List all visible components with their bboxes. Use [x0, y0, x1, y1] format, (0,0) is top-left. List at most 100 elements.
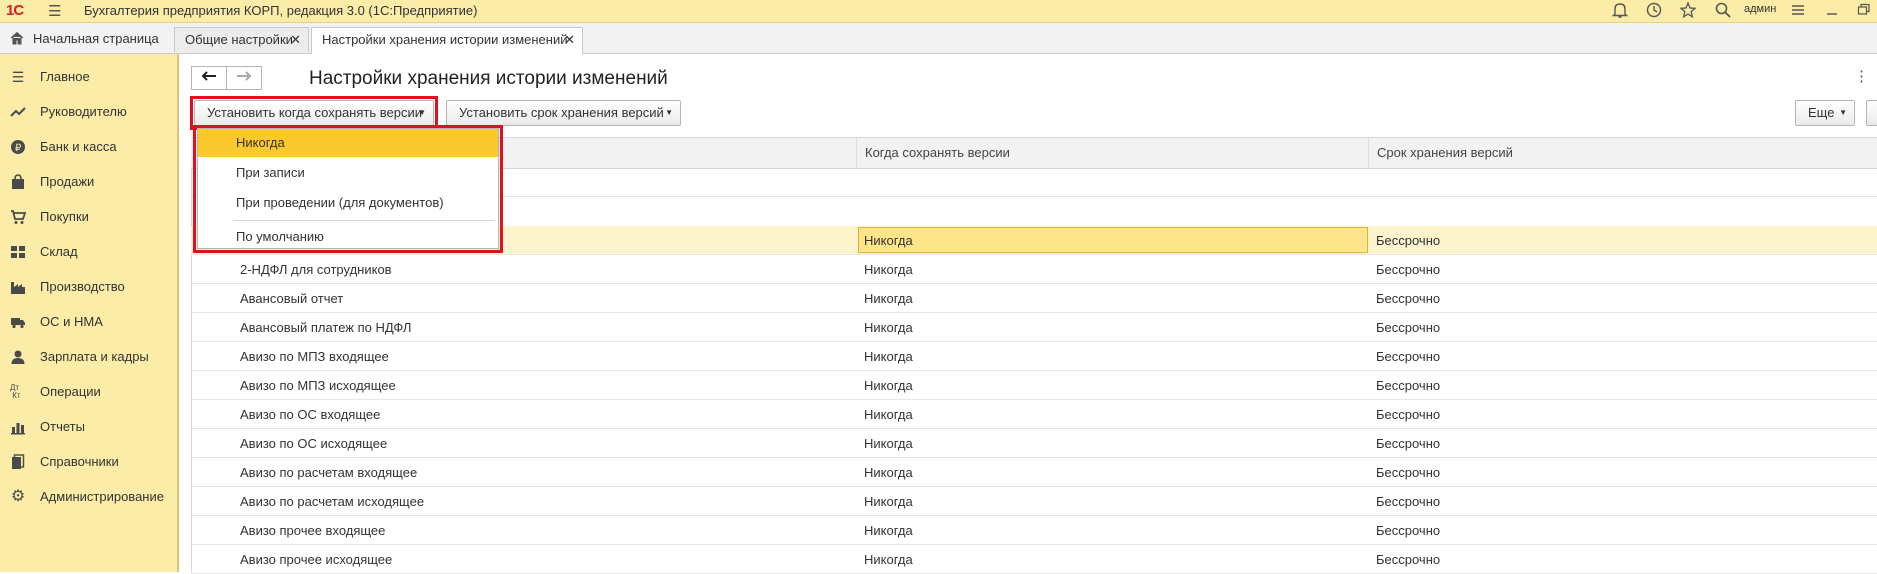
cart-icon	[10, 209, 27, 225]
cell-period[interactable]: Бессрочно	[1376, 233, 1440, 248]
more-button[interactable]: Еще ▼	[1795, 100, 1855, 126]
sidebar-item-production[interactable]: Производство	[0, 272, 177, 302]
sidebar-item-label: Администрирование	[40, 489, 164, 504]
cell-when[interactable]: Никогда	[864, 291, 913, 306]
tab-label: Начальная страница	[33, 31, 159, 46]
sidebar-item-operations[interactable]: Дт Кт Операции	[0, 377, 177, 407]
gear-icon: ⚙	[10, 488, 26, 505]
restore-icon[interactable]	[1857, 1, 1871, 24]
table-row[interactable]: Авизо прочее входящее Никогда Бессрочно	[191, 516, 1877, 545]
tab-label: Общие настройки	[185, 32, 293, 47]
more-vertical-icon[interactable]: ⋮	[1854, 67, 1869, 85]
cell-period[interactable]: Бессрочно	[1376, 291, 1440, 306]
sidebar-item-warehouse[interactable]: Склад	[0, 237, 177, 267]
sidebar-item-label: Отчеты	[40, 419, 85, 434]
column-header-period[interactable]: Срок хранения версий	[1368, 138, 1877, 168]
sidebar-item-references[interactable]: Справочники	[0, 447, 177, 477]
sidebar-item-label: Операции	[40, 384, 101, 399]
sidebar-item-purchases[interactable]: Покупки	[0, 202, 177, 232]
favorites-star-icon[interactable]	[1679, 1, 1697, 24]
cell-when[interactable]: Никогда	[864, 407, 913, 422]
cell-period[interactable]: Бессрочно	[1376, 378, 1440, 393]
cell-when[interactable]: Никогда	[864, 349, 913, 364]
cell-when[interactable]: Никогда	[864, 465, 913, 480]
sidebar-item-manager[interactable]: Руководителю	[0, 97, 177, 127]
cell-name: Авизо прочее входящее	[240, 523, 386, 538]
books-icon	[10, 454, 26, 470]
table-row[interactable]: Авизо по расчетам исходящее Никогда Бесс…	[191, 487, 1877, 516]
sidebar-item-fixed-assets[interactable]: ОС и НМА	[0, 307, 177, 337]
sidebar-item-reports[interactable]: Отчеты	[0, 412, 177, 442]
table-row[interactable]: 2-НДФЛ для сотрудников Никогда Бессрочно	[191, 255, 1877, 284]
history-icon[interactable]	[1645, 1, 1663, 24]
tab-general-settings[interactable]: Общие настройки ✕	[174, 27, 309, 52]
cell-name: Авизо по расчетам исходящее	[240, 494, 425, 509]
cell-period[interactable]: Бессрочно	[1376, 523, 1440, 538]
cell-when[interactable]: Никогда	[864, 436, 913, 451]
sidebar-item-main[interactable]: ☰ Главное	[0, 62, 177, 92]
extra-button[interactable]	[1866, 100, 1877, 126]
app-logo: 1С	[6, 2, 24, 19]
button-label: Еще	[1808, 105, 1835, 120]
cell-period[interactable]: Бессрочно	[1376, 262, 1440, 277]
table-row[interactable]: Авизо по МПЗ исходящее Никогда Бессрочно	[191, 371, 1877, 400]
sidebar-item-label: Склад	[40, 244, 78, 259]
cell-period[interactable]: Бессрочно	[1376, 465, 1440, 480]
active-cell[interactable]	[858, 227, 1368, 253]
cell-period[interactable]: Бессрочно	[1376, 349, 1440, 364]
arrow-left-icon	[201, 71, 216, 81]
cell-period[interactable]: Бессрочно	[1376, 552, 1440, 567]
tab-home[interactable]: Начальная страница	[0, 27, 170, 52]
cell-when[interactable]: Никогда	[864, 262, 913, 277]
close-icon[interactable]: ✕	[564, 28, 575, 52]
bars-icon	[10, 419, 26, 435]
cell-when[interactable]: Никогда	[864, 523, 913, 538]
minimize-icon[interactable]	[1826, 1, 1838, 24]
cell-when[interactable]: Никогда	[864, 378, 913, 393]
sidebar-item-administration[interactable]: ⚙ Администрирование	[0, 482, 177, 512]
table-row[interactable]: Авизо по расчетам входящее Никогда Бесср…	[191, 458, 1877, 487]
sidebar-item-label: Продажи	[40, 174, 95, 189]
cell-period[interactable]: Бессрочно	[1376, 436, 1440, 451]
cell-period[interactable]: Бессрочно	[1376, 494, 1440, 509]
table-row[interactable]: Авизо по МПЗ входящее Никогда Бессрочно	[191, 342, 1877, 371]
cell-period[interactable]: Бессрочно	[1376, 320, 1440, 335]
table-row[interactable]: Авизо по ОС входящее Никогда Бессрочно	[191, 400, 1877, 429]
bag-icon	[10, 174, 26, 190]
search-icon[interactable]	[1714, 1, 1732, 24]
sidebar-item-bank[interactable]: ₽ Банк и касса	[0, 132, 177, 162]
cell-period[interactable]: Бессрочно	[1376, 407, 1440, 422]
coin-icon: ₽	[10, 139, 26, 155]
user-name[interactable]: админ	[1744, 3, 1776, 15]
cell-name: Авансовый платеж по НДФЛ	[240, 320, 412, 335]
title-bar: 1С ☰ Бухгалтерия предприятия КОРП, редак…	[0, 0, 1877, 23]
sidebar-item-sales[interactable]: Продажи	[0, 167, 177, 197]
cell-name: 2-НДФЛ для сотрудников	[240, 262, 392, 277]
sidebar-item-label: Производство	[40, 279, 125, 294]
table-row[interactable]: Авизо прочее исходящее Никогда Бессрочно	[191, 545, 1877, 574]
sidebar-item-payroll[interactable]: Зарплата и кадры	[0, 342, 177, 372]
settings-lines-icon[interactable]	[1789, 1, 1807, 24]
factory-icon	[10, 279, 26, 295]
dropdown-arrow-icon: ▼	[665, 108, 673, 117]
cell-when[interactable]: Никогда	[864, 494, 913, 509]
table-row[interactable]: Авизо по ОС исходящее Никогда Бессрочно	[191, 429, 1877, 458]
bell-icon[interactable]	[1611, 1, 1629, 24]
cell-name: Авизо по МПЗ входящее	[240, 349, 389, 364]
sidebar-item-label: Зарплата и кадры	[40, 349, 149, 364]
main-menu-icon[interactable]: ☰	[48, 2, 61, 20]
table-row[interactable]: Авансовый отчет Никогда Бессрочно	[191, 284, 1877, 313]
forward-button[interactable]	[226, 66, 262, 90]
cell-when[interactable]: Никогда	[864, 320, 913, 335]
tab-history-settings[interactable]: Настройки хранения истории изменений ✕	[311, 27, 583, 54]
cell-name: Авизо по ОС входящее	[240, 407, 381, 422]
table-row[interactable]: Авансовый платеж по НДФЛ Никогда Бессроч…	[191, 313, 1877, 342]
back-button[interactable]	[191, 66, 227, 90]
close-icon[interactable]: ✕	[290, 28, 301, 52]
cell-when[interactable]: Никогда	[864, 233, 913, 248]
cell-when[interactable]: Никогда	[864, 552, 913, 567]
tabs-bar: Начальная страница Общие настройки ✕ Нас…	[0, 23, 1877, 54]
column-header-when[interactable]: Когда сохранять версии	[856, 138, 1368, 168]
set-retention-period-button[interactable]: Установить срок хранения версий ▼	[446, 100, 681, 126]
sidebar-item-label: Банк и касса	[40, 139, 117, 154]
